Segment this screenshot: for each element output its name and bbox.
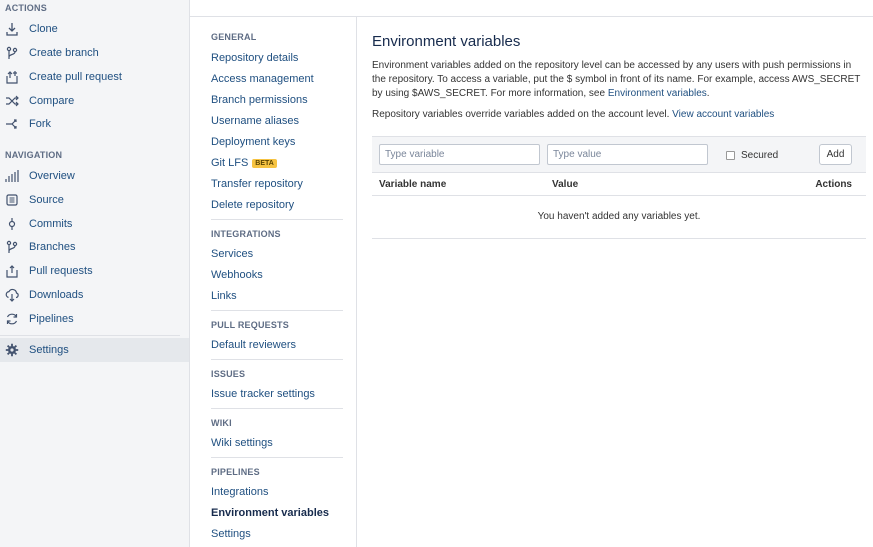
pull-request-icon [5, 70, 19, 84]
sidebar-item-label: Create pull request [29, 71, 122, 83]
sidebar-item-settings[interactable]: Settings [0, 338, 189, 362]
menu-heading-issues: ISSUES [211, 369, 246, 379]
compare-icon [5, 94, 19, 108]
sidebar-item-label: Downloads [29, 289, 84, 301]
add-button[interactable]: Add [819, 144, 852, 165]
variables-table-header: Variable name Value Actions [372, 172, 866, 196]
variable-value-input[interactable] [547, 144, 708, 165]
sidebar-item-clone[interactable]: Clone [0, 18, 189, 40]
sidebar-item-downloads[interactable]: Downloads [0, 284, 189, 306]
environment-variables-link[interactable]: Environment variables [608, 88, 707, 99]
menu-item-access-management[interactable]: Access management [211, 73, 314, 85]
download-icon [5, 22, 19, 36]
sidebar-item-label: Overview [29, 170, 75, 182]
table-bottom-border [372, 238, 866, 239]
menu-divider [211, 359, 343, 360]
sidebar: ACTIONS Clone Create branch Create pull … [0, 0, 190, 547]
sidebar-item-branches[interactable]: Branches [0, 236, 189, 258]
menu-item-branch-permissions[interactable]: Branch permissions [211, 94, 308, 106]
menu-item-default-reviewers[interactable]: Default reviewers [211, 339, 296, 351]
menu-item-username-aliases[interactable]: Username aliases [211, 115, 299, 127]
sidebar-item-create-pull-request[interactable]: Create pull request [0, 66, 189, 88]
checkbox-box[interactable] [726, 151, 735, 160]
source-icon [5, 193, 19, 207]
sidebar-item-create-branch[interactable]: Create branch [0, 42, 189, 64]
sidebar-divider [0, 335, 180, 336]
actions-heading: ACTIONS [5, 3, 47, 13]
menu-item-links[interactable]: Links [211, 290, 237, 302]
settings-menu: GENERAL Repository details Access manage… [191, 17, 357, 547]
fork-icon [5, 117, 19, 131]
menu-item-pipelines-settings[interactable]: Settings [211, 528, 251, 540]
secured-checkbox[interactable]: Secured [726, 150, 778, 161]
sidebar-item-label: Fork [29, 118, 51, 130]
column-header-value: Value [552, 179, 579, 190]
gear-icon [5, 343, 19, 357]
description-paragraph: Environment variables added on the repos… [372, 59, 866, 101]
menu-heading-pipelines: PIPELINES [211, 467, 260, 477]
menu-item-wiki-settings[interactable]: Wiki settings [211, 437, 273, 449]
sidebar-item-label: Source [29, 194, 64, 206]
sidebar-item-pull-requests[interactable]: Pull requests [0, 260, 189, 282]
column-header-variable-name: Variable name [379, 179, 447, 190]
downloads-icon [5, 288, 19, 302]
commits-icon [5, 217, 19, 231]
main-content: Environment variables Environment variab… [372, 17, 866, 547]
menu-item-environment-variables[interactable]: Environment variables [211, 507, 329, 519]
view-account-variables-link[interactable]: View account variables [672, 109, 774, 120]
empty-state-message: You haven't added any variables yet. [537, 211, 701, 222]
sidebar-item-label: Settings [29, 344, 69, 356]
pull-requests-icon [5, 264, 19, 278]
menu-item-repository-details[interactable]: Repository details [211, 52, 298, 64]
sidebar-item-label: Pull requests [29, 265, 93, 277]
branch-icon [5, 46, 19, 60]
sidebar-item-compare[interactable]: Compare [0, 90, 189, 112]
sidebar-item-commits[interactable]: Commits [0, 213, 189, 235]
sidebar-item-label: Pipelines [29, 313, 74, 325]
menu-heading-integrations: INTEGRATIONS [211, 229, 281, 239]
sidebar-item-overview[interactable]: Overview [0, 165, 189, 187]
menu-item-transfer-repository[interactable]: Transfer repository [211, 178, 303, 190]
menu-divider [211, 457, 343, 458]
sidebar-item-pipelines[interactable]: Pipelines [0, 308, 189, 330]
menu-item-services[interactable]: Services [211, 248, 253, 260]
navigation-heading: NAVIGATION [5, 150, 63, 160]
menu-item-deployment-keys[interactable]: Deployment keys [211, 136, 295, 148]
menu-item-webhooks[interactable]: Webhooks [211, 269, 263, 281]
menu-item-label: Git LFS [211, 157, 249, 169]
menu-heading-pull-requests: PULL REQUESTS [211, 320, 289, 330]
branches-icon [5, 240, 19, 254]
column-header-actions: Actions [815, 179, 852, 190]
override-text: Repository variables override variables … [372, 109, 673, 120]
menu-divider [211, 310, 343, 311]
description-end: . [706, 88, 710, 99]
sidebar-item-source[interactable]: Source [0, 189, 189, 211]
overview-icon [5, 169, 19, 183]
menu-heading-wiki: WIKI [211, 418, 232, 428]
override-paragraph: Repository variables override variables … [372, 108, 866, 122]
menu-item-pipelines-integrations[interactable]: Integrations [211, 486, 268, 498]
secured-label: Secured [741, 150, 779, 161]
menu-heading-general: GENERAL [211, 32, 257, 42]
menu-item-issue-tracker-settings[interactable]: Issue tracker settings [211, 388, 315, 400]
sidebar-item-fork[interactable]: Fork [0, 113, 189, 135]
sidebar-item-label: Compare [29, 95, 75, 107]
sidebar-item-label: Branches [29, 241, 76, 253]
beta-badge: BETA [252, 159, 277, 168]
sidebar-item-label: Commits [29, 218, 73, 230]
menu-divider [211, 219, 343, 220]
pipelines-icon [5, 312, 19, 326]
sidebar-item-label: Create branch [29, 47, 99, 59]
page-title: Environment variables [372, 33, 521, 50]
sidebar-item-label: Clone [29, 23, 58, 35]
variable-name-input[interactable] [379, 144, 540, 165]
menu-item-git-lfs[interactable]: Git LFS BETA [211, 157, 277, 169]
menu-item-delete-repository[interactable]: Delete repository [211, 199, 294, 211]
menu-divider [211, 408, 343, 409]
add-variable-form: Secured Add [372, 136, 866, 172]
